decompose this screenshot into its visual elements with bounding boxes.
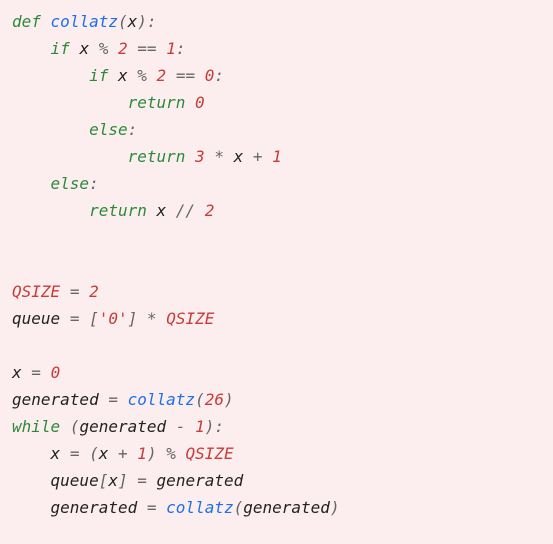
code-line: x = (x + 1) % QSIZE [12,444,234,463]
code-line-blank [12,336,22,355]
code-line: return 0 [12,93,205,112]
code-line: else: [12,120,137,139]
code-line: if x % 2 == 1: [12,39,185,58]
code-line: def collatz(x): [12,12,157,31]
code-block: def collatz(x): if x % 2 == 1: if x % 2 … [0,0,553,529]
keyword-return: return [128,93,186,112]
var-queue: queue [12,309,60,328]
var-generated: generated [12,390,99,409]
code-line: queue = ['0'] * QSIZE [12,309,214,328]
keyword-if: if [51,39,70,58]
keyword-while: while [12,417,60,436]
const-qsize: QSIZE [12,282,60,301]
keyword-else: else [51,174,90,193]
keyword-else: else [89,120,128,139]
keyword-return: return [128,147,186,166]
code-line: else: [12,174,99,193]
code-line: x = 0 [12,363,60,382]
code-line-blank [12,255,22,274]
code-line: generated = collatz(generated) [12,498,340,517]
code-line: queue[x] = generated [12,471,243,490]
code-line: QSIZE = 2 [12,282,99,301]
keyword-if: if [89,66,108,85]
code-line: if x % 2 == 0: [12,66,224,85]
code-line: return 3 * x + 1 [12,147,282,166]
code-line-blank [12,228,22,247]
keyword-return: return [89,201,147,220]
code-line: return x // 2 [12,201,214,220]
code-line: generated = collatz(26) [12,390,234,409]
func-name: collatz [51,12,118,31]
param-x: x [128,12,138,31]
code-line: while (generated - 1): [12,417,224,436]
keyword-def: def [12,12,41,31]
